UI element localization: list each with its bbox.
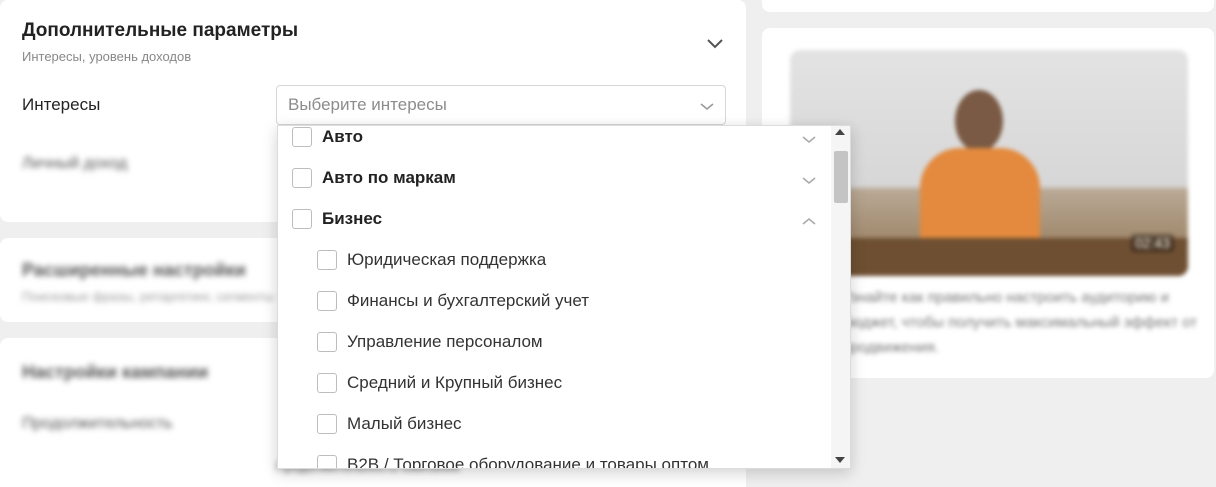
video-duration: 02:43	[1130, 234, 1174, 252]
checkbox[interactable]	[292, 168, 312, 188]
list-item-business[interactable]: Бизнес	[278, 204, 831, 245]
chevron-down-icon[interactable]	[801, 133, 817, 145]
checkbox[interactable]	[317, 373, 337, 393]
checkbox[interactable]	[317, 414, 337, 434]
list-item-hr[interactable]: Управление персоналом	[278, 327, 831, 368]
section-subtitle: Интересы, уровень доходов	[22, 49, 192, 64]
list-item-auto[interactable]: Авто	[278, 126, 831, 163]
checkbox[interactable]	[292, 209, 312, 229]
scroll-up-arrow-icon[interactable]	[835, 129, 845, 135]
interests-select[interactable]: Выберите интересы	[276, 85, 726, 125]
interests-placeholder: Выберите интересы	[288, 95, 447, 114]
chevron-down-icon[interactable]	[801, 174, 817, 186]
chevron-down-icon	[700, 103, 714, 111]
checkbox[interactable]	[317, 291, 337, 311]
list-item-label: Финансы и бухгалтерский учет	[347, 291, 590, 310]
presenter-head	[955, 90, 1003, 152]
list-item-label: Малый бизнес	[347, 414, 462, 433]
chevron-down-icon[interactable]	[706, 36, 724, 50]
duration-label: Продолжительность	[22, 415, 173, 432]
list-item-legal-support[interactable]: Юридическая поддержка	[278, 245, 831, 286]
list-item-finance[interactable]: Финансы и бухгалтерский учет	[278, 286, 831, 327]
scroll-thumb[interactable]	[834, 151, 848, 203]
scroll-down-arrow-icon[interactable]	[835, 457, 845, 463]
top-right-card	[762, 0, 1214, 12]
section-title: Расширенные настройки	[22, 260, 246, 280]
list-item-auto-brands[interactable]: Авто по маркам	[278, 163, 831, 204]
list-item-label: B2B / Торговое оборудование и товары опт…	[347, 455, 709, 469]
list-item-small-business[interactable]: Малый бизнес	[278, 409, 831, 450]
video-caption: Узнайте как правильно настроить аудитори…	[842, 289, 1197, 356]
section-title: Дополнительные параметры	[22, 20, 299, 41]
list-item-b2b[interactable]: B2B / Торговое оборудование и товары опт…	[278, 450, 831, 469]
list-item-medium-large-business[interactable]: Средний и Крупный бизнес	[278, 368, 831, 409]
list-item-label: Авто	[322, 127, 363, 146]
interests-label: Интересы	[22, 95, 101, 114]
checkbox[interactable]	[317, 250, 337, 270]
list-item-label: Бизнес	[322, 209, 383, 228]
section-title: Настройки кампании	[22, 362, 209, 382]
section-subtitle: Поисковые фразы, ретаргетинг, сегменты	[22, 289, 274, 304]
scrollbar[interactable]	[831, 126, 850, 468]
chevron-up-icon[interactable]	[801, 215, 817, 227]
list-item-label: Управление персоналом	[347, 332, 543, 351]
list-item-label: Авто по маркам	[322, 168, 456, 187]
checkbox[interactable]	[317, 332, 337, 352]
interests-dropdown: Авто Авто по маркам Бизнес Юридическая п…	[277, 125, 851, 469]
checkbox[interactable]	[292, 127, 312, 147]
income-label: Личный доход	[22, 155, 128, 172]
checkbox[interactable]	[317, 455, 337, 468]
list-item-label: Юридическая поддержка	[347, 250, 547, 269]
list-item-label: Средний и Крупный бизнес	[347, 373, 563, 392]
interests-list: Авто Авто по маркам Бизнес Юридическая п…	[278, 126, 831, 469]
